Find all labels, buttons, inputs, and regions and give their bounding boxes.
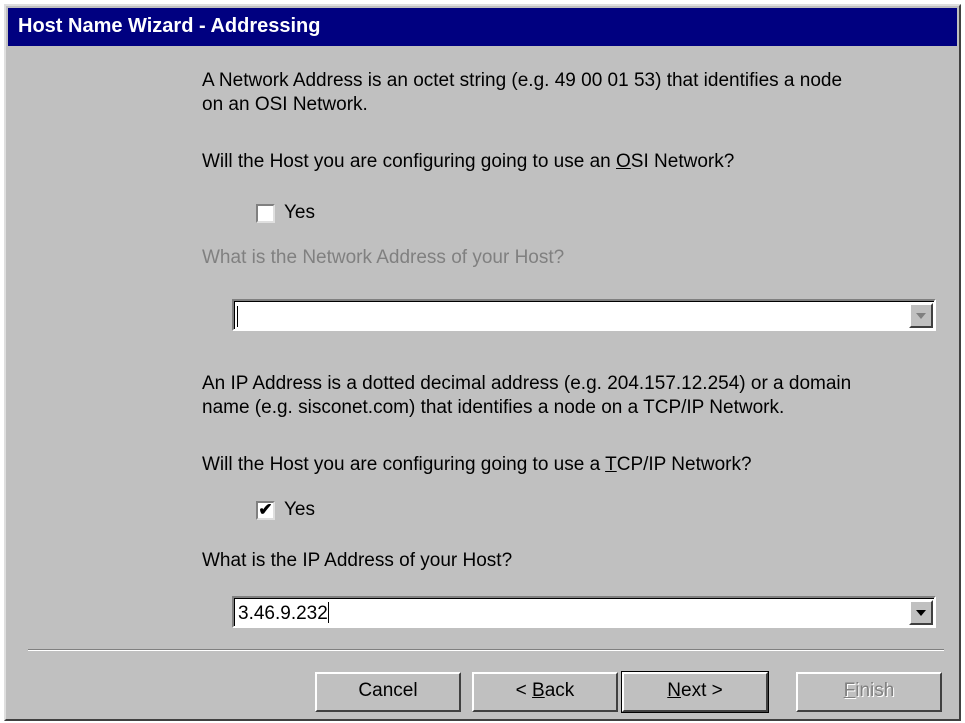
ip-address-combobox[interactable]: 3.46.9.232 [232, 596, 936, 628]
osi-question: Will the Host you are configuring going … [202, 151, 735, 172]
chevron-down-icon [916, 313, 926, 319]
back-button[interactable]: < Back [472, 672, 618, 712]
osi-address-combobox [232, 299, 936, 331]
osi-description: A Network Address is an octet string (e.… [202, 70, 843, 115]
ip-address-dropdown-button[interactable] [909, 600, 933, 625]
cancel-button[interactable]: Cancel [315, 672, 461, 712]
osi-address-dropdown-button [909, 303, 933, 328]
finish-button: Finish [796, 672, 942, 712]
ip-yes-checkbox[interactable]: ✔ [256, 501, 275, 520]
ip-yes-label[interactable]: Yes [284, 499, 315, 521]
ip-question: Will the Host you are configuring going … [202, 454, 752, 475]
osi-address-label: What is the Network Address of your Host… [202, 247, 565, 268]
next-button[interactable]: Next > [621, 671, 769, 713]
separator [28, 649, 944, 651]
osi-yes-checkbox[interactable] [256, 204, 275, 223]
chevron-down-icon [916, 610, 926, 616]
ip-address-label: What is the IP Address of your Host? [202, 550, 513, 571]
ip-description: An IP Address is a dotted decimal addres… [202, 373, 852, 418]
title-bar: Host Name Wizard - Addressing [8, 8, 957, 46]
text-caret [237, 306, 238, 327]
osi-yes-label[interactable]: Yes [284, 202, 315, 224]
ip-address-input[interactable]: 3.46.9.232 [238, 602, 329, 625]
wizard-window: Host Name Wizard - Addressing A Network … [4, 4, 961, 721]
text-caret [327, 602, 329, 623]
window-title: Host Name Wizard - Addressing [18, 15, 321, 37]
